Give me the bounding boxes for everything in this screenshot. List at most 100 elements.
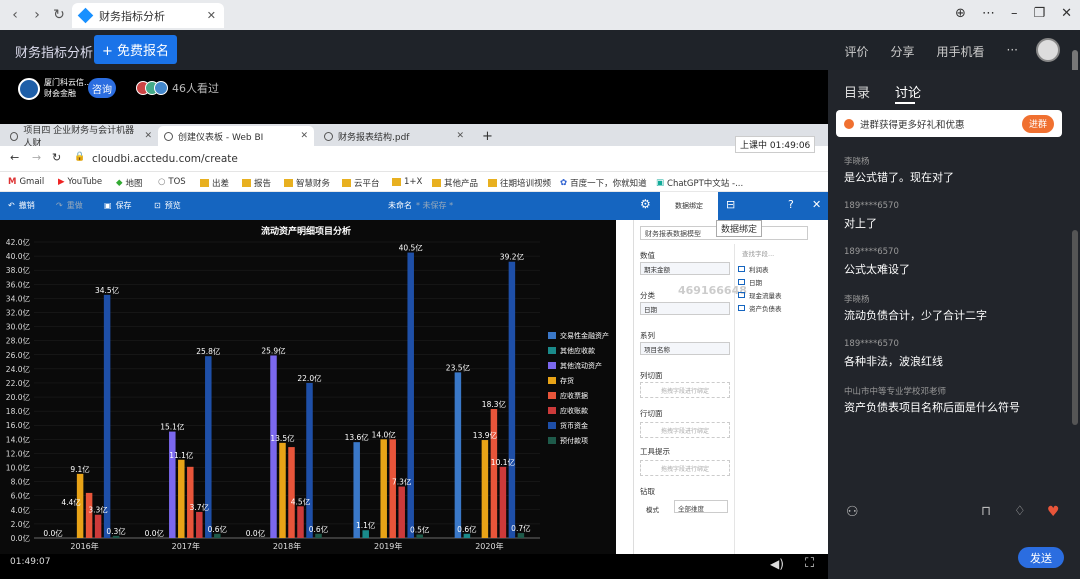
bookmark-chatgpt[interactable]: ▣ ChatGPT中文站 -...: [656, 177, 743, 189]
bookmark-other[interactable]: 其他产品: [432, 177, 478, 189]
mode-select[interactable]: 全部维度: [674, 500, 728, 513]
tab-catalog[interactable]: 目录: [844, 82, 870, 101]
url-input[interactable]: cloudbi.acctedu.com/create: [92, 153, 238, 165]
row-slice-label: 行切面: [640, 409, 663, 418]
tree-item[interactable]: 现金流量表: [738, 290, 782, 300]
scrollbar[interactable]: [1072, 230, 1078, 425]
data-label: 13.6亿: [345, 432, 370, 442]
new-tab-button[interactable]: +: [476, 126, 499, 146]
comment-text: 资产负债表项目名称后面是什么符号: [844, 401, 1020, 414]
data-label: 4.5亿: [291, 496, 311, 506]
comment-author: 中山市中等专业学校邓老师: [844, 387, 947, 397]
group-icon[interactable]: ⚇: [846, 504, 860, 520]
field-search[interactable]: 查找字段...: [742, 248, 774, 258]
legend-swatch: [548, 377, 556, 384]
share-link[interactable]: 分享: [891, 43, 915, 60]
back-icon[interactable]: ←: [10, 151, 19, 164]
bookmark-report[interactable]: 报告: [242, 177, 271, 189]
consult-button[interactable]: 咨询: [88, 78, 116, 98]
close-tab-icon[interactable]: ✕: [300, 131, 308, 141]
signup-button[interactable]: + 免费报名: [94, 35, 177, 64]
bookmark-baidu[interactable]: ✿ 百度一下，你就知道: [560, 177, 647, 189]
mobile-link[interactable]: 用手机看: [937, 43, 985, 60]
redo-icon: ↷: [56, 201, 63, 210]
globe-icon[interactable]: ⊕: [955, 6, 966, 21]
fullscreen-icon[interactable]: ⛶: [805, 556, 814, 571]
redo-button[interactable]: ↷ 重做: [56, 200, 83, 211]
undo-icon: ↶: [8, 201, 15, 210]
bookmark-maps[interactable]: ◆ 地图: [116, 177, 143, 189]
col-drop-zone[interactable]: 拖拽字段进行绑定: [640, 382, 730, 398]
more-link[interactable]: ···: [1007, 43, 1018, 60]
x-tick-label: 2016年: [70, 541, 98, 551]
chart-title: 流动资产明细项目分析: [261, 225, 351, 237]
close-icon[interactable]: ✕: [812, 198, 821, 211]
legend-swatch: [548, 332, 556, 339]
data-label: 4.4亿: [61, 497, 81, 507]
join-group-button[interactable]: 进群: [1022, 114, 1054, 133]
avatar[interactable]: [1036, 38, 1060, 62]
tree-item[interactable]: 利润表: [738, 264, 769, 274]
bookmark-gmail[interactable]: M Gmail: [8, 177, 44, 187]
bar: [196, 511, 203, 538]
preview-button[interactable]: ⊡ 预览: [154, 200, 181, 211]
close-tab-icon[interactable]: ✕: [207, 9, 216, 22]
review-link[interactable]: 评价: [845, 43, 869, 60]
legend-entry: 存货: [560, 376, 574, 385]
bar: [508, 261, 516, 538]
bookmark-training[interactable]: 往期培训视频: [488, 177, 551, 189]
data-label: 14.0亿: [372, 429, 397, 439]
reload-icon[interactable]: ↻: [48, 7, 70, 23]
bookmark-smart-finance[interactable]: 智慧财务: [284, 177, 330, 189]
back-icon[interactable]: ‹: [4, 7, 26, 23]
undo-button[interactable]: ↶ 撤销: [8, 200, 35, 211]
bookmark-trip[interactable]: 出差: [200, 177, 229, 189]
app-logo-icon: [77, 7, 94, 24]
gift-icon: [844, 118, 854, 129]
series-field[interactable]: 项目名称: [640, 342, 730, 355]
bookmark-youtube[interactable]: ▶ YouTube: [58, 177, 102, 187]
close-window-icon[interactable]: ✕: [1061, 6, 1072, 21]
forward-icon[interactable]: →: [32, 151, 41, 164]
save-button[interactable]: ▣ 保存: [104, 200, 132, 211]
browser-tab[interactable]: 项目四 企业财务与会计机器人财 ✕: [4, 126, 158, 149]
heart-icon[interactable]: ♥: [1047, 504, 1061, 520]
bar-chart: 流动资产明细项目分析 0.0亿 2.0亿 4.0亿 6.0亿 8.0亿 10.0亿 12.0亿…: [6, 225, 609, 551]
volume-icon[interactable]: ◀): [770, 557, 784, 571]
data-bind-tab[interactable]: 数据绑定: [660, 192, 718, 220]
badge-icon[interactable]: ♢: [1014, 504, 1028, 519]
help-icon[interactable]: ?: [788, 198, 794, 211]
mode-label: 模式: [646, 506, 659, 514]
value-field[interactable]: 期末金额: [640, 262, 730, 275]
minimize-icon[interactable]: –: [1011, 6, 1018, 21]
reload-icon[interactable]: ↻: [52, 151, 61, 164]
legend-entry: 应收账款: [560, 406, 588, 415]
bookmark-1x[interactable]: 1+X: [392, 177, 422, 187]
bookmark-tos[interactable]: ○ TOS: [158, 177, 186, 187]
browser-tab-active[interactable]: 创建仪表板 - Web BI ✕: [158, 126, 314, 146]
row-drop-zone[interactable]: 拖拽字段进行绑定: [640, 422, 730, 438]
category-field[interactable]: 日期: [640, 302, 730, 315]
preview-icon: ⊡: [154, 201, 161, 210]
panel-toggle-icon[interactable]: ⊟: [726, 198, 735, 211]
more-icon[interactable]: ⋯: [982, 6, 995, 21]
settings-icon[interactable]: ⚙: [640, 197, 651, 211]
send-button[interactable]: 发送: [1018, 547, 1064, 568]
restore-icon[interactable]: ❐: [1033, 6, 1045, 21]
tab-discussion[interactable]: 讨论: [895, 82, 921, 101]
close-tab-icon[interactable]: ✕: [144, 131, 152, 141]
tree-item[interactable]: 资产负债表: [738, 303, 782, 313]
tooltip-drop-zone[interactable]: 拖拽字段进行绑定: [640, 460, 730, 476]
bar: [454, 372, 462, 538]
tree-item[interactable]: 日期: [738, 277, 762, 287]
tooltip: 数据绑定: [716, 220, 763, 237]
comment-author: 李晓杨: [844, 157, 870, 167]
forward-icon[interactable]: ›: [26, 7, 48, 23]
window-tab[interactable]: 财务指标分析 ✕: [72, 3, 224, 28]
bag-icon[interactable]: ⊓: [981, 504, 995, 519]
data-label: 25.8亿: [196, 346, 221, 356]
y-tick-label: 32.0亿: [6, 307, 31, 317]
browser-tab[interactable]: 财务报表结构.pdf ✕: [318, 126, 470, 146]
close-tab-icon[interactable]: ✕: [456, 131, 464, 141]
bookmark-cloud[interactable]: 云平台: [342, 177, 380, 189]
